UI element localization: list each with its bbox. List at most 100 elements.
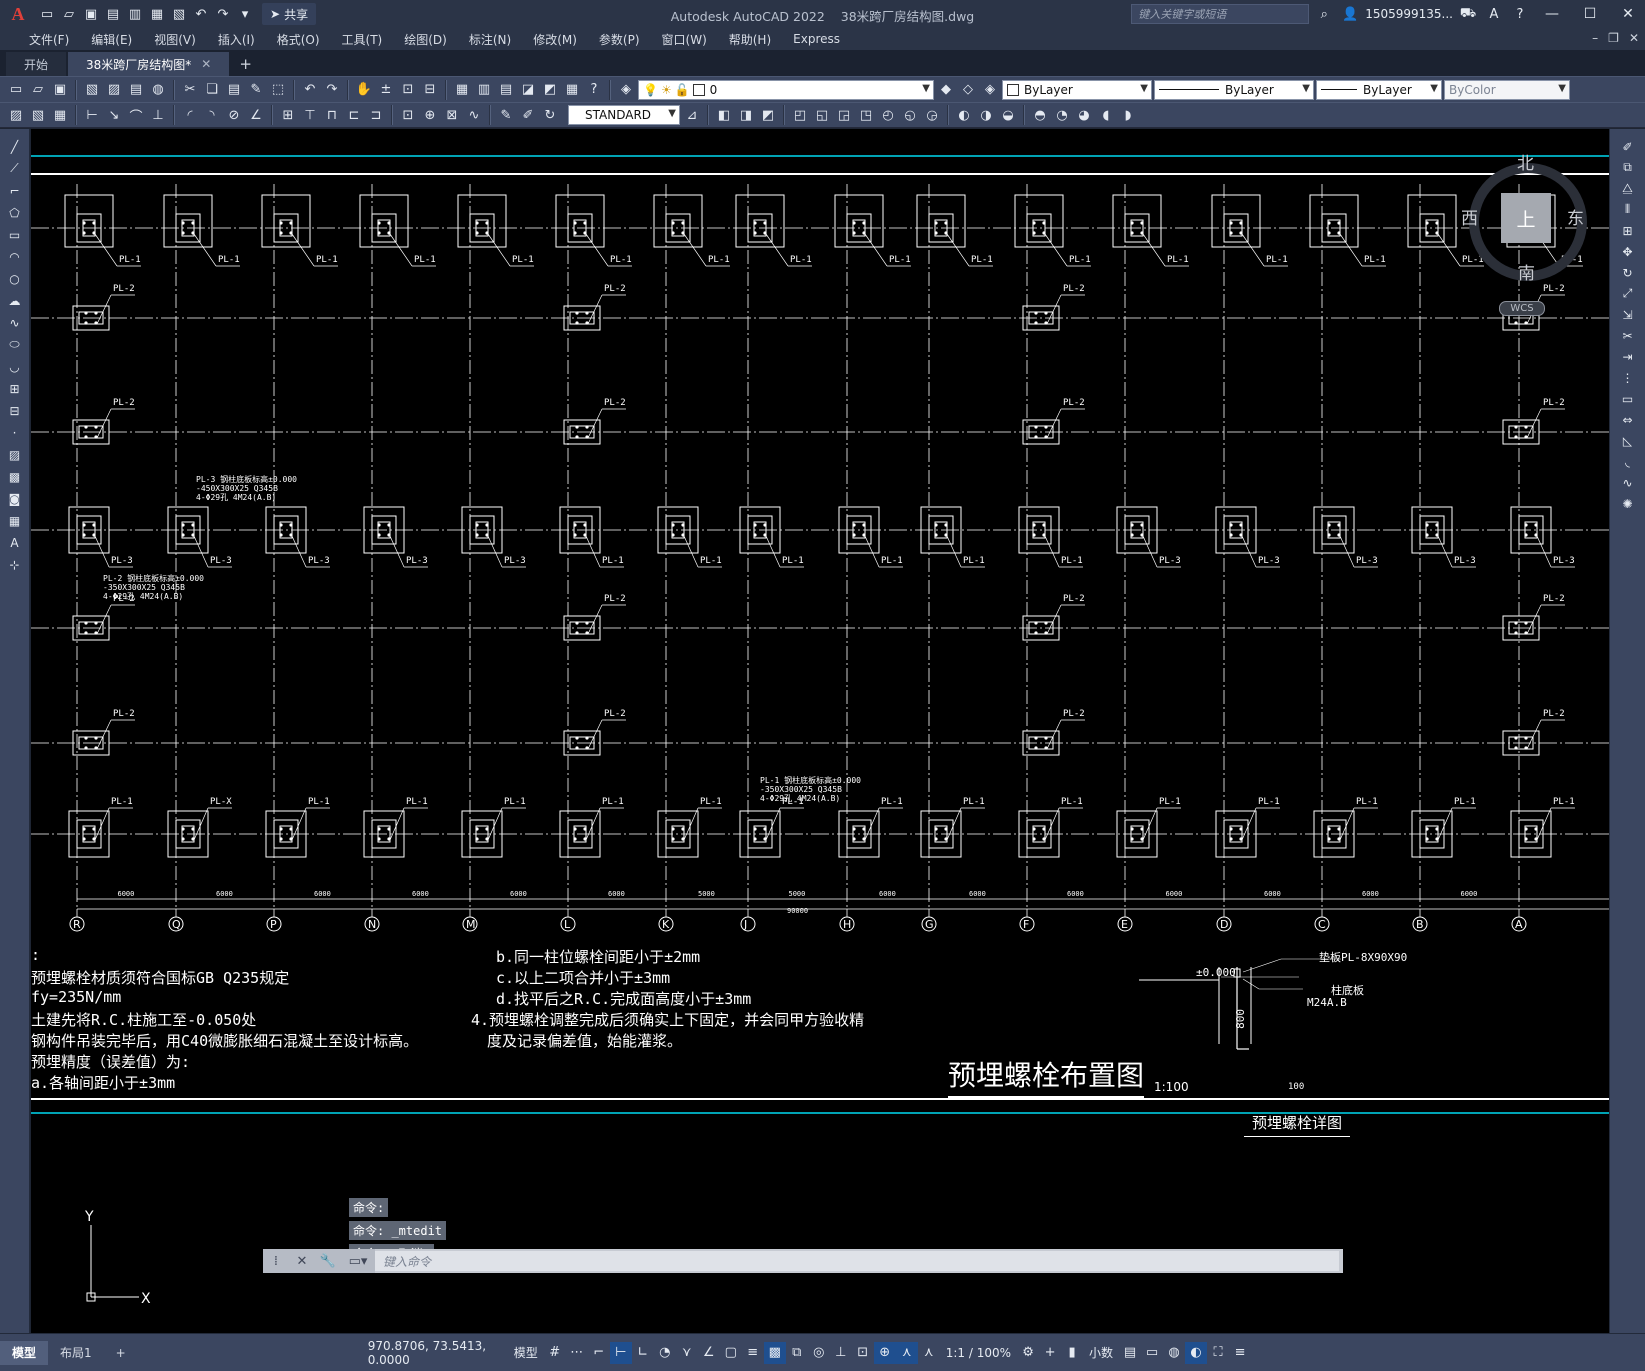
save-web-icon[interactable]: ▦ — [146, 4, 168, 24]
make-block-icon[interactable]: ⊟ — [4, 401, 26, 420]
copy-object-icon[interactable]: ⧉ — [1617, 158, 1639, 177]
markup-icon[interactable]: ◩ — [540, 80, 560, 100]
lineweight-icon[interactable]: ≡ — [742, 1342, 764, 1364]
angular-dim-icon[interactable]: ∠ — [246, 105, 266, 125]
open-web-icon[interactable]: ▥ — [124, 4, 146, 24]
object-snap-icon[interactable]: ▢ — [720, 1342, 742, 1364]
3d-scale-icon[interactable]: ◵ — [900, 105, 920, 125]
join-icon[interactable]: ⇔ — [1617, 410, 1639, 429]
ortho-icon[interactable]: ∟ — [632, 1342, 654, 1364]
help-icon[interactable]: ? — [1509, 4, 1531, 24]
quick-properties-icon[interactable]: ▤ — [1119, 1342, 1141, 1364]
graphics-performance-icon[interactable]: ◐ — [1185, 1341, 1208, 1364]
arc-icon[interactable]: ◠ — [4, 247, 26, 266]
annotation-scale[interactable]: 1:1 / 100% — [940, 1346, 1017, 1360]
aligned-dim-icon[interactable]: ↘ — [104, 105, 124, 125]
redo-icon[interactable]: ↷ — [212, 4, 234, 24]
user-name[interactable]: 1505999135... — [1365, 7, 1453, 21]
design-center-icon[interactable]: ▥ — [474, 80, 494, 100]
viewcube[interactable]: 上 北 南 东 西 WCS — [1461, 149, 1609, 316]
mirror-icon[interactable]: ⧋ — [1617, 179, 1639, 198]
layer-states-icon[interactable]: ◈ — [980, 80, 1000, 100]
extend-icon[interactable]: ⇥ — [1617, 347, 1639, 366]
material-icon[interactable]: ◒ — [998, 105, 1018, 125]
save-icon[interactable]: ▣ — [80, 4, 102, 24]
menu-window[interactable]: 窗口(W) — [651, 31, 718, 48]
offset-icon[interactable]: ⫴ — [1617, 200, 1639, 219]
jogged-linear-icon[interactable]: ∿ — [464, 105, 484, 125]
linetype-dropdown[interactable]: ByLayer ▼ — [1154, 79, 1314, 100]
infer-constraints-icon[interactable]: ⌐ — [588, 1342, 610, 1364]
doc-minimize-icon[interactable]: – — [1592, 31, 1598, 45]
break-at-point-icon[interactable]: ⋮ — [1617, 368, 1639, 387]
zoom-window-icon[interactable]: ⊡ — [398, 80, 418, 100]
transparency-icon[interactable]: ▩ — [763, 1341, 786, 1364]
baseline-dim-icon[interactable]: ⊤ — [300, 105, 320, 125]
solid-intersect-icon[interactable]: ◕ — [1074, 105, 1094, 125]
menu-tools[interactable]: 工具(T) — [331, 31, 394, 48]
open-icon[interactable]: ▱ — [28, 80, 48, 100]
circle-icon[interactable]: ○ — [4, 269, 26, 288]
3d-cone-icon[interactable]: ◩ — [758, 105, 778, 125]
tab-start[interactable]: 开始 — [6, 52, 67, 76]
undo-tb-icon[interactable]: ↶ — [300, 80, 320, 100]
copy-icon[interactable]: ❏ — [202, 80, 222, 100]
plot-icon[interactable]: ▧ — [168, 4, 190, 24]
snap-icon[interactable]: ⋯ — [566, 1342, 588, 1364]
3d-osnap-icon[interactable]: ◎ — [808, 1342, 830, 1364]
properties-icon[interactable]: ▦ — [452, 80, 472, 100]
revision-cloud-icon[interactable]: ☁ — [4, 291, 26, 310]
render-icon[interactable]: ◑ — [976, 105, 996, 125]
drawing-canvas[interactable]: PL-1 PL-1 PL-1 PL-1 PL-1 PL-1 PL-1 PL-1 PL-1 PL-1… — [31, 129, 1609, 1333]
isometric-icon[interactable]: ⋎ — [676, 1342, 698, 1364]
dynamic-ucs-icon[interactable]: ⊥ — [830, 1342, 852, 1364]
3d-array-icon[interactable]: ◴ — [878, 105, 898, 125]
command-grip-icon[interactable]: ⁞ — [263, 1249, 289, 1273]
layer-dropdown[interactable]: 💡 ☀ 🔓 0 ▼ — [638, 79, 934, 100]
linear-dim-icon[interactable]: ⊢ — [82, 105, 102, 125]
solid-union-icon[interactable]: ◓ — [1030, 105, 1050, 125]
menu-parametric[interactable]: 参数(P) — [588, 31, 651, 48]
solid-edit-icon[interactable]: ◖ — [1096, 105, 1116, 125]
make-current-icon[interactable]: ◆ — [936, 80, 956, 100]
match-properties-icon[interactable]: ✎ — [246, 80, 266, 100]
pan-icon[interactable]: ✋ — [354, 80, 374, 100]
multiline-text-icon[interactable]: A — [4, 533, 26, 552]
menu-draw[interactable]: 绘图(D) — [393, 31, 458, 48]
arc-length-icon[interactable]: ⌒ — [126, 105, 146, 125]
command-input[interactable]: 键入命令 — [375, 1251, 1339, 1271]
ellipse-arc-icon[interactable]: ◡ — [4, 357, 26, 376]
ellipse-icon[interactable]: ⬭ — [4, 335, 26, 354]
autodesk-app-icon[interactable]: A — [1483, 4, 1505, 24]
recent-commands-icon[interactable]: ▭▾ — [341, 1249, 375, 1273]
continue-dim-icon[interactable]: ⊓ — [322, 105, 342, 125]
plotstyle-dropdown[interactable]: ByColor ▼ — [1444, 79, 1570, 100]
color-dropdown[interactable]: ByLayer ▼ — [1002, 79, 1152, 100]
polar-tracking-icon[interactable]: ◔ — [654, 1342, 676, 1364]
region-icon[interactable]: ◙ — [4, 489, 26, 508]
insert-block-icon[interactable]: ⊞ — [4, 379, 26, 398]
save-as-icon[interactable]: ▤ — [102, 4, 124, 24]
table-icon[interactable]: ▦ — [4, 511, 26, 530]
add-layout-icon[interactable]: + — [104, 1341, 138, 1365]
viewcube-north[interactable]: 北 — [1517, 149, 1534, 174]
customize-icon[interactable]: ≡ — [1229, 1342, 1251, 1364]
tool-icon-1[interactable]: ▨ — [6, 105, 26, 125]
annotation-monitor-icon[interactable]: + — [1039, 1342, 1061, 1364]
share-button[interactable]: ➤ 共享 — [262, 3, 317, 25]
menu-edit[interactable]: 编辑(E) — [80, 31, 143, 48]
dim-edit-icon[interactable]: ✎ — [496, 105, 516, 125]
new-icon[interactable]: ▭ — [6, 80, 26, 100]
help-search-input[interactable]: 键入关键字或短语 — [1131, 4, 1310, 24]
viewcube-east[interactable]: 东 — [1567, 204, 1584, 229]
quick-access-dropdown-icon[interactable]: ▾ — [234, 4, 256, 24]
close-icon[interactable]: ✕ — [1611, 0, 1645, 28]
zoom-previous-icon[interactable]: ⊟ — [420, 80, 440, 100]
3d-rotate-icon[interactable]: ◱ — [812, 105, 832, 125]
annotation-visibility-icon[interactable]: ⋏ — [895, 1341, 918, 1364]
object-snap-tracking-icon[interactable]: ∠ — [698, 1342, 720, 1364]
viewcube-south[interactable]: 南 — [1518, 259, 1535, 284]
layer-properties-icon[interactable]: ◈ — [616, 80, 636, 100]
calculator-icon[interactable]: ▦ — [562, 80, 582, 100]
3d-align-icon[interactable]: ◲ — [834, 105, 854, 125]
